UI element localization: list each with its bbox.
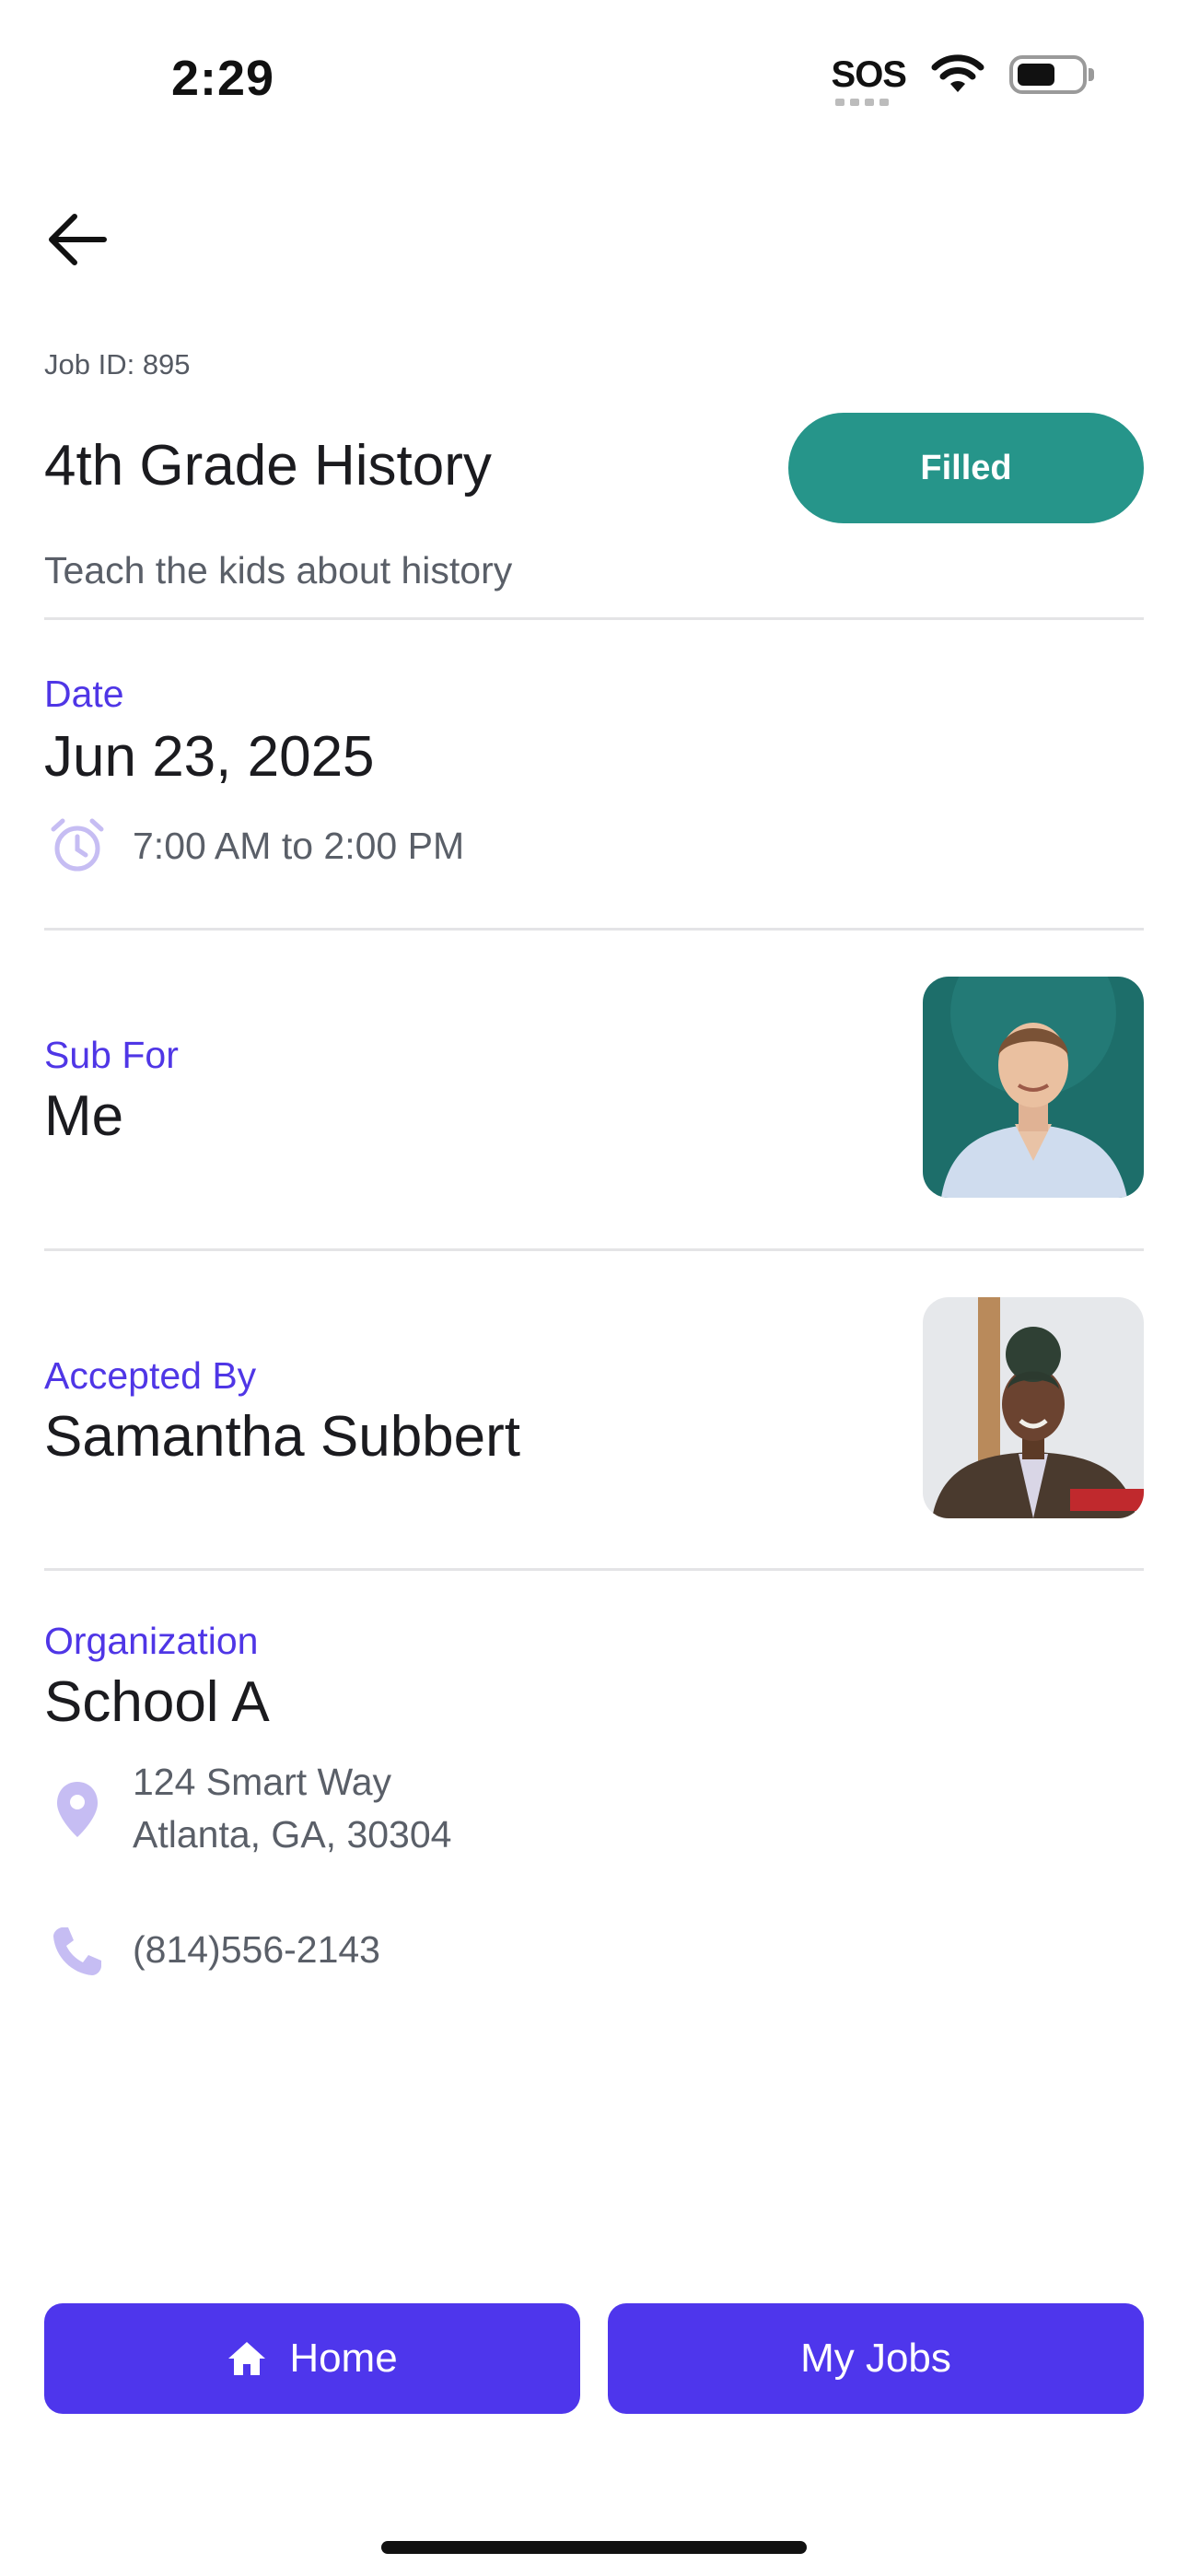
home-indicator[interactable] bbox=[381, 2541, 807, 2554]
phone-icon[interactable] bbox=[44, 1918, 111, 1985]
phone-number[interactable]: (814)556-2143 bbox=[133, 1924, 380, 1976]
status-time: 2:29 bbox=[171, 51, 275, 106]
home-button[interactable]: Home bbox=[44, 2303, 580, 2414]
sos-indicator: SOS bbox=[831, 53, 907, 106]
divider bbox=[44, 1568, 1144, 1571]
alarm-clock-icon bbox=[44, 813, 111, 879]
organization-label: Organization bbox=[44, 1620, 259, 1662]
accepted-by-label: Accepted By bbox=[44, 1354, 257, 1397]
accepted-by-avatar bbox=[923, 1297, 1144, 1518]
location-pin-icon bbox=[44, 1776, 111, 1843]
job-detail-screen: 2:29 SOS Job ID: 895 4th Grade History F… bbox=[0, 0, 1188, 2576]
my-jobs-button[interactable]: My Jobs bbox=[608, 2303, 1144, 2414]
divider bbox=[44, 617, 1144, 620]
sub-for-name: Me bbox=[44, 1084, 124, 1148]
home-button-label: Home bbox=[289, 2336, 398, 2381]
my-jobs-button-label: My Jobs bbox=[800, 2336, 951, 2381]
wifi-icon bbox=[931, 54, 984, 92]
divider bbox=[44, 1248, 1144, 1251]
time-range: 7:00 AM to 2:00 PM bbox=[133, 825, 465, 867]
status-badge: Filled bbox=[788, 413, 1144, 523]
address-line2: Atlanta, GA, 30304 bbox=[133, 1813, 452, 1856]
job-id: Job ID: 895 bbox=[44, 348, 191, 381]
back-arrow-icon bbox=[49, 214, 107, 265]
address-line1: 124 Smart Way bbox=[133, 1761, 392, 1803]
status-bar-right: SOS bbox=[831, 53, 1094, 106]
job-description: Teach the kids about history bbox=[44, 549, 513, 591]
sub-for-label: Sub For bbox=[44, 1034, 179, 1076]
accepted-by-name: Samantha Subbert bbox=[44, 1405, 521, 1469]
sos-label: SOS bbox=[831, 53, 907, 95]
home-icon bbox=[228, 2342, 266, 2375]
back-button[interactable] bbox=[41, 203, 114, 276]
date-label: Date bbox=[44, 673, 124, 715]
battery-icon bbox=[1009, 55, 1094, 94]
signal-dots bbox=[834, 98, 889, 106]
divider bbox=[44, 928, 1144, 931]
sub-for-avatar bbox=[923, 977, 1144, 1198]
date-value: Jun 23, 2025 bbox=[44, 725, 375, 789]
organization-name: School A bbox=[44, 1670, 270, 1734]
job-title: 4th Grade History bbox=[44, 434, 492, 498]
